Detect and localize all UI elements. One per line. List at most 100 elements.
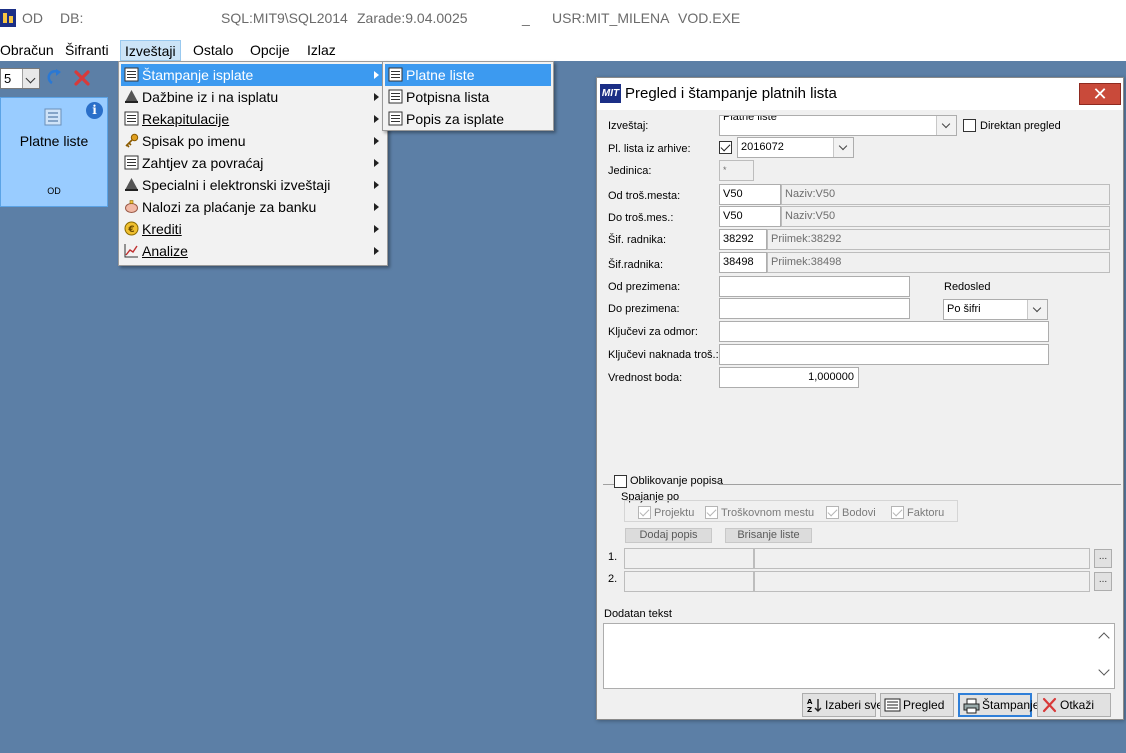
menu-obracun[interactable]: Obračun [0,40,58,61]
close-button[interactable]: ✕ [1079,83,1121,105]
arhiva-checkbox[interactable] [719,141,732,154]
menu-item-nalozi-za-placanje[interactable]: Nalozi za plaćanje za banku [121,196,385,218]
submenu-item-platne-liste[interactable]: Platne liste [385,64,551,86]
chevron-down-icon[interactable] [1027,300,1047,319]
scroll-down-icon[interactable] [1098,664,1110,676]
separator [719,484,1121,485]
menu-item-label: Krediti [142,221,182,237]
do-tros-field[interactable]: V50 [719,206,781,227]
troskovnom-mestu-label: Troškovnom mestu [721,507,815,519]
row1-field-b[interactable] [754,548,1090,569]
dodatan-tekst-textarea[interactable] [603,623,1115,689]
submenu-arrow-icon [374,115,379,123]
do-tros-label: Do troš.mes.: [608,212,674,224]
dialog-pregled-stampanje: MIT Pregled i štampanje platnih lista ✕ … [596,77,1124,720]
period-combo[interactable]: 5 [0,68,40,89]
menu-item-analize[interactable]: Analize [121,240,385,262]
menu-sifranti[interactable]: Šifranti [61,40,113,61]
troskovnom-mestu-checkbox[interactable] [705,506,718,519]
info-icon[interactable]: i [86,102,103,119]
kljucevi-naknada-field[interactable] [719,344,1049,365]
menu-item-stampanje-isplate[interactable]: Štampanje isplate [121,64,385,86]
menu-item-label: Dažbine iz i na isplatu [142,89,279,105]
menu-item-krediti[interactable]: € Krediti [121,218,385,240]
app-icon [0,9,16,27]
faktoru-checkbox[interactable] [891,506,904,519]
stampanje-button[interactable]: Štampanje [958,693,1039,717]
sif-od-label: Šif. radnika: [608,234,667,246]
refresh-icon[interactable] [46,68,66,88]
otkazi-label: Otkaži [1060,698,1095,712]
pregled-button[interactable]: Pregled [880,693,954,717]
chevron-down-icon[interactable] [833,138,853,157]
scroll-up-icon[interactable] [1098,632,1110,644]
key-icon [125,133,139,148]
submenu-arrow-icon [374,225,379,233]
title-server: SQL:MIT9\SQL2014 [221,10,348,26]
pregled-label: Pregled [903,698,945,712]
dodaj-popis-button[interactable]: Dodaj popis [625,528,712,543]
arhiva-value: 2016072 [741,141,784,153]
list-icon [388,111,403,126]
bodovi-checkbox[interactable] [826,506,839,519]
submenu-item-label: Popis za isplate [406,111,505,127]
direktan-pregled-checkbox[interactable] [963,119,976,132]
submenu-item-label: Potpisna lista [406,89,490,105]
line-chart-icon [124,244,138,258]
menu-opcije[interactable]: Opcije [246,40,294,61]
tile-platne-liste[interactable]: i Platne liste OD [0,97,108,207]
kljucevi-odmor-field[interactable] [719,321,1049,342]
menu-item-rekapitulacije[interactable]: Rekapitulacije [121,108,385,130]
menu-izvestaji[interactable]: Izveštaji [120,40,181,61]
redosled-label: Redosled [944,281,991,293]
menu-item-zahtjev-za-povracaj[interactable]: Zahtjev za povraćaj [121,152,385,174]
mit-logo: MIT [600,84,621,103]
row2-field-a[interactable] [624,571,754,592]
row1-browse-button[interactable]: ... [1094,549,1112,568]
chevron-down-icon[interactable] [936,116,956,135]
row2-browse-button[interactable]: ... [1094,572,1112,591]
menu-ostalo[interactable]: Ostalo [189,40,237,61]
sif-do-field[interactable]: 38498 [719,252,767,273]
kljucevi-odmor-label: Ključevi za odmor: [608,326,698,338]
kljucevi-naknada-label: Ključevi naknada troš.: [608,349,719,361]
izaberi-sve-label: Izaberi sve [825,698,884,712]
period-combo-value: 5 [4,71,12,86]
submenu-item-popis-za-isplate[interactable]: Popis za isplate [385,108,551,130]
arhiva-combo[interactable]: 2016072 [737,137,854,158]
svg-text:A: A [807,698,813,706]
jedinica-field[interactable]: * [719,160,754,181]
menu-item-label: Analize [142,243,188,259]
row1-label: 1. [608,551,618,563]
menu-item-dazbine[interactable]: Dažbine iz i na isplatu [121,86,385,108]
list-icon [124,155,139,170]
row1-field-a[interactable] [624,548,754,569]
izvestaj-combo[interactable]: Platne liste [719,115,957,136]
chevron-down-icon[interactable] [22,69,39,88]
submenu-item-label: Platne liste [406,67,475,83]
title-app: OD [22,10,43,26]
brisanje-liste-button[interactable]: Brisanje liste [725,528,812,543]
sif-od-field[interactable]: 38292 [719,229,767,250]
do-prezimena-field[interactable] [719,298,910,319]
delete-icon[interactable] [72,68,92,88]
submenu-item-potpisna-lista[interactable]: Potpisna lista [385,86,551,108]
row2-label: 2. [608,573,618,585]
menu-item-specialni-izvestaji[interactable]: Specialni i elektronski izveštaji [121,174,385,196]
menu-item-spisak-po-imenu[interactable]: Spisak po imenu [121,130,385,152]
redosled-combo[interactable]: Po šifri [943,299,1048,320]
menu-izlaz[interactable]: Izlaz [303,40,340,61]
od-tros-field[interactable]: V50 [719,184,781,205]
row2-field-b[interactable] [754,571,1090,592]
oblikovanje-checkbox[interactable] [614,475,627,488]
projektu-checkbox[interactable] [638,506,651,519]
od-prezimena-field[interactable] [719,276,910,297]
bodovi-label: Bodovi [842,507,876,519]
tile-title: Platne liste [19,133,89,149]
submenu-arrow-icon [374,181,379,189]
otkazi-button[interactable]: Otkaži [1037,693,1111,717]
vrednost-boda-field[interactable]: 1,000000 [719,367,859,388]
izaberi-sve-button[interactable]: AZ Izaberi sve [802,693,883,717]
menu-item-label: Zahtjev za povraćaj [142,155,264,171]
dodatan-tekst-label: Dodatan tekst [604,608,672,620]
